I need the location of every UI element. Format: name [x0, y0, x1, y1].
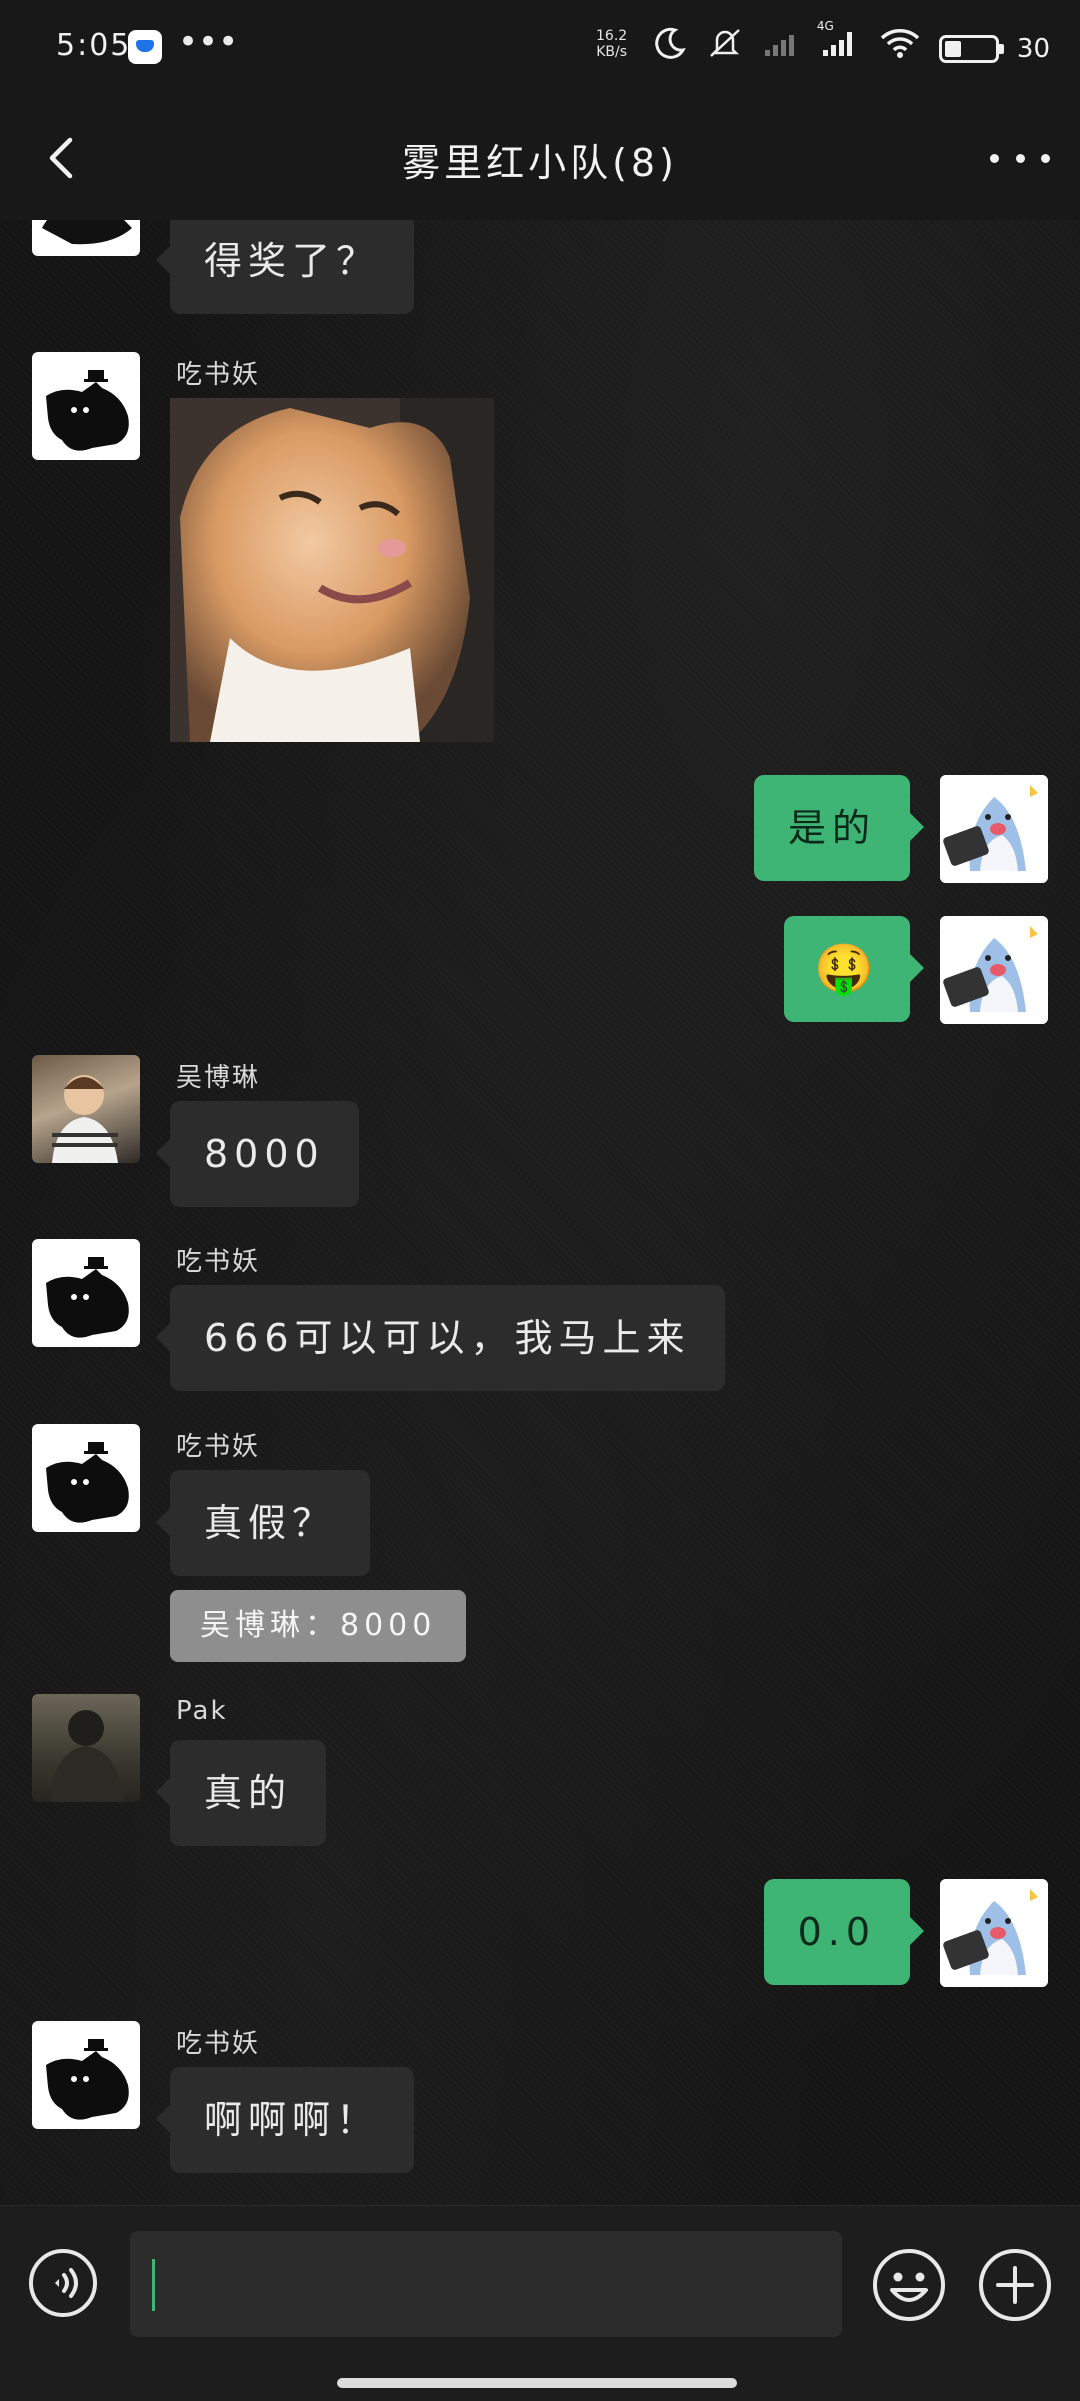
black-cat-avatar-icon — [46, 370, 129, 451]
emoji-button[interactable] — [872, 2248, 946, 2322]
voice-input-icon — [29, 2249, 97, 2317]
battery-icon — [938, 34, 1004, 63]
message-bubble[interactable]: 是的 — [753, 775, 925, 881]
my-avatar[interactable] — [940, 916, 1048, 1024]
cell-signal-4g-icon: 4G — [817, 20, 861, 69]
my-avatar[interactable] — [940, 775, 1048, 883]
sender-name: 吃书妖 — [176, 360, 261, 390]
black-cat-avatar-icon — [46, 1442, 129, 1523]
sender-name: Pak — [176, 1696, 228, 1726]
sender-avatar[interactable] — [32, 1694, 140, 1802]
plus-circle-icon — [979, 2249, 1051, 2321]
sender-name: 吴博琳 — [176, 1063, 261, 1093]
person-back-photo-avatar-icon — [50, 1710, 124, 1802]
status-icons: 4G 30 — [653, 20, 1050, 71]
app-notification-icon — [128, 30, 162, 64]
quoted-message[interactable]: 吴博琳：8000 — [170, 1590, 467, 1662]
voice-input-button[interactable] — [28, 2248, 98, 2318]
input-bar — [0, 2205, 1080, 2401]
sender-avatar[interactable] — [32, 1424, 140, 1532]
wifi-icon — [879, 27, 921, 70]
message-bubble[interactable]: 真假？ — [155, 1470, 371, 1576]
black-cat-avatar-icon — [46, 1257, 129, 1338]
emoji-message[interactable]: 🤑 — [784, 916, 924, 1022]
smiling-cat-photo — [170, 398, 494, 742]
image-message[interactable] — [170, 398, 494, 742]
sender-avatar[interactable] — [32, 220, 140, 256]
more-dot — [1015, 153, 1025, 163]
my-avatar[interactable] — [940, 1879, 1048, 1987]
black-cat-avatar-icon — [42, 220, 132, 245]
message-bubble[interactable]: 8000 — [156, 1101, 359, 1207]
network-type-label: 4G — [816, 19, 834, 33]
chat-header: 雾里红小队(8) — [0, 96, 1080, 220]
message-bubble[interactable]: 得奖了？ — [155, 220, 415, 314]
text-caret — [152, 2259, 155, 2311]
shark-avatar-icon — [940, 775, 1048, 883]
sim-signal-off-icon — [763, 28, 803, 69]
sender-name: 吃书妖 — [176, 2029, 261, 2059]
mute-bell-icon — [705, 26, 745, 71]
network-speed: 16.2 KB/s — [596, 28, 627, 60]
message-bubble[interactable]: 啊啊啊！ — [155, 2067, 415, 2173]
sender-avatar[interactable] — [32, 1239, 140, 1347]
sender-avatar[interactable] — [32, 2021, 140, 2129]
message-input[interactable] — [130, 2231, 842, 2337]
do-not-disturb-moon-icon — [653, 26, 687, 71]
more-functions-button[interactable] — [978, 2248, 1052, 2322]
black-cat-avatar-icon — [46, 2039, 129, 2120]
message-bubble[interactable]: 真的 — [155, 1740, 327, 1846]
sender-avatar[interactable] — [32, 1055, 140, 1163]
child-photo-avatar-icon — [52, 1075, 118, 1163]
sender-name: 吃书妖 — [176, 1247, 261, 1277]
message-bubble[interactable]: 0.0 — [763, 1879, 925, 1985]
network-speed-value: 16.2 — [596, 28, 628, 44]
more-dot — [990, 153, 999, 163]
sender-name: 吃书妖 — [176, 1432, 261, 1462]
more-options-button[interactable] — [990, 128, 1050, 188]
message-list[interactable]: 得奖了？ 吃书妖 是的 🤑 吴博琳 8000 吃书妖 666可以可以，我马上来 … — [0, 220, 1080, 2205]
status-time: 5:05 — [56, 28, 132, 63]
battery-percent: 30 — [1016, 33, 1050, 64]
more-dot — [1041, 153, 1050, 163]
sender-avatar[interactable] — [32, 352, 140, 460]
money-face-emoji: 🤑 — [814, 941, 880, 997]
home-indicator[interactable] — [337, 2378, 737, 2388]
message-bubble[interactable]: 666可以可以，我马上来 — [156, 1285, 725, 1391]
chat-title: 雾里红小队(8) — [402, 141, 678, 185]
more-notifications-icon: ••• — [178, 22, 239, 62]
network-speed-unit: KB/s — [596, 44, 627, 60]
status-bar: 5:05 ••• 16.2 KB/s 4G 30 — [0, 0, 1080, 96]
shark-avatar-icon — [940, 916, 1048, 1024]
shark-avatar-icon — [940, 1879, 1048, 1987]
smiley-face-icon — [873, 2249, 945, 2321]
